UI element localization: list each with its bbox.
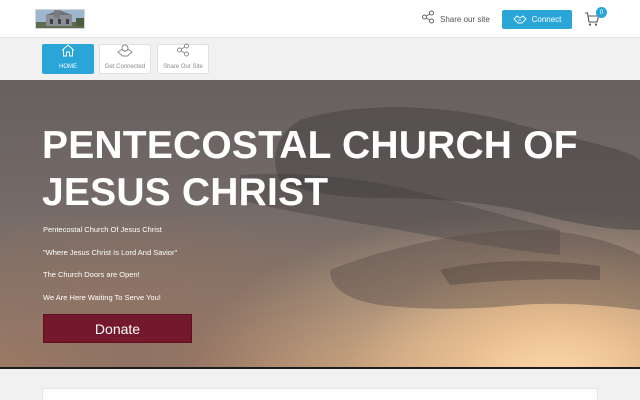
site-header: Share our site Connect 0 (0, 0, 640, 38)
nav-item-get-connected[interactable]: Get Connected (99, 44, 151, 74)
handshake-icon (117, 44, 133, 62)
hero-tagline-4: We Are Here Waiting To Serve You! (43, 293, 161, 302)
share-our-site-label: Share our site (440, 14, 490, 24)
share-icon (176, 43, 190, 62)
hero-title: PENTECOSTAL CHURCH OF JESUS CHRIST (42, 124, 578, 214)
donate-button[interactable]: Donate (43, 314, 192, 343)
share-our-site-link[interactable]: Share our site (421, 10, 490, 29)
content-card (42, 388, 598, 400)
connect-label: Connect (531, 15, 562, 24)
nav-item-share-our-site[interactable]: Share Our Site (157, 43, 209, 74)
cart-count-badge: 0 (596, 7, 607, 18)
home-icon (61, 44, 75, 62)
share-icon (421, 10, 435, 29)
nav-item-share-our-site-label: Share Our Site (163, 64, 203, 70)
nav-item-home-label: HOME (59, 64, 77, 70)
nav-item-home[interactable]: HOME (42, 44, 94, 74)
hero-divider (0, 367, 640, 369)
church-logo[interactable] (35, 9, 85, 29)
cart-button[interactable]: 0 (584, 7, 607, 29)
hero-tagline-1: Pentecostal Church Of Jesus Christ (43, 225, 162, 234)
main-nav: HOME Get Connected Share Our Site (0, 39, 640, 80)
hero-banner: PENTECOSTAL CHURCH OF JESUS CHRIST Pente… (0, 80, 640, 369)
hero-tagline-3: The Church Doors are Open! (43, 270, 140, 279)
nav-item-get-connected-label: Get Connected (104, 64, 146, 70)
hero-tagline-2: "Where Jesus Christ Is Lord And Savior" (43, 248, 178, 257)
handshake-icon (512, 14, 527, 26)
connect-button[interactable]: Connect (502, 10, 572, 29)
